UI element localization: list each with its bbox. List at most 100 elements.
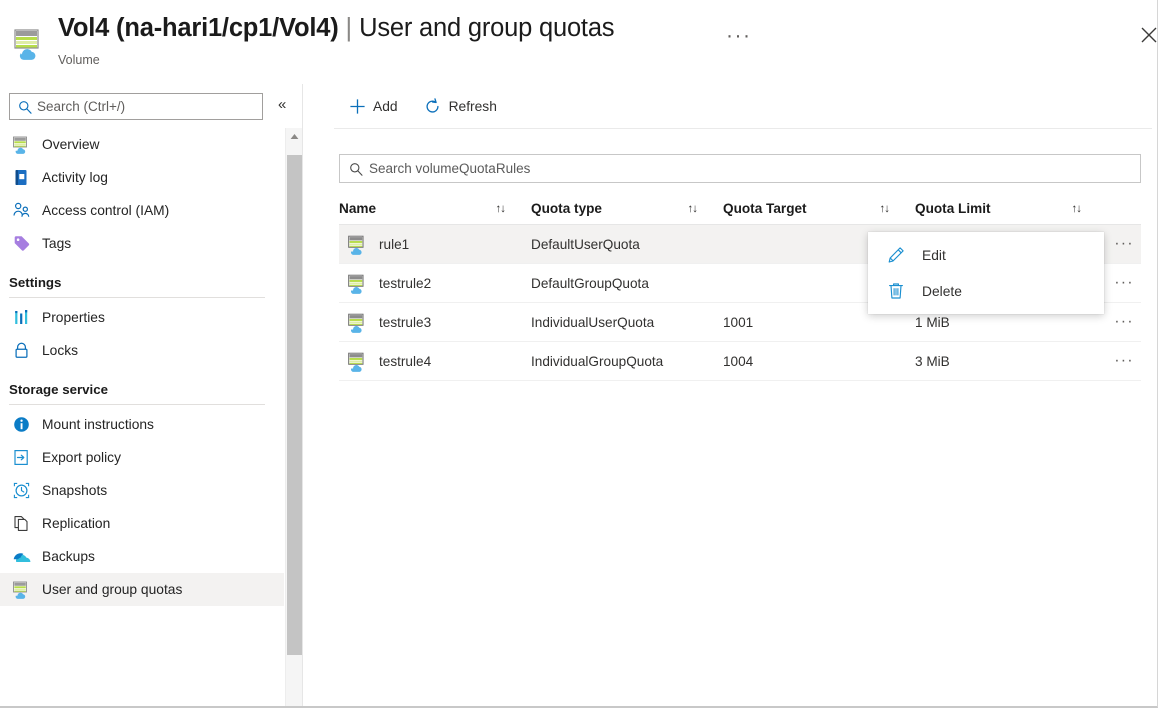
sort-icon[interactable]: ↑↓ xyxy=(880,203,890,215)
sidebar-group-storage-service: Storage service xyxy=(0,367,284,400)
search-icon xyxy=(18,100,32,114)
properties-icon xyxy=(11,308,31,328)
sidebar-group-title: Settings xyxy=(9,275,62,290)
volume-icon xyxy=(346,272,368,294)
row-actions-button[interactable]: ··· xyxy=(1107,235,1141,253)
info-icon xyxy=(11,415,31,435)
volume-icon xyxy=(346,350,368,372)
sidebar-collapse-button[interactable]: « xyxy=(278,97,286,112)
sidebar-item-mount-instructions[interactable]: Mount instructions xyxy=(0,408,284,441)
pencil-icon xyxy=(887,246,905,264)
search-input[interactable] xyxy=(37,99,237,114)
sort-icon[interactable]: ↑↓ xyxy=(688,203,698,215)
add-button[interactable]: Add xyxy=(340,91,406,121)
sidebar-item-label: Overview xyxy=(42,137,100,152)
export-policy-icon xyxy=(11,448,31,468)
replication-icon xyxy=(11,514,31,534)
activity-log-icon xyxy=(11,168,31,188)
sidebar-item-label: Properties xyxy=(42,310,105,325)
column-header-quota-target[interactable]: Quota Target ↑↓ xyxy=(723,201,915,216)
main-content: Add Refresh Search volumeQuotaRules Name… xyxy=(303,84,1157,706)
column-header-label: Quota type xyxy=(531,201,602,216)
page-title-resource: Vol4 (na-hari1/cp1/Vol4) xyxy=(58,14,339,42)
sidebar-item-replication[interactable]: Replication xyxy=(0,507,284,540)
volume-icon xyxy=(11,580,31,600)
sort-icon[interactable]: ↑↓ xyxy=(496,203,506,215)
sidebar-scrollbar[interactable] xyxy=(285,128,302,706)
table-row[interactable]: testrule4 IndividualGroupQuota 1004 3 Mi… xyxy=(339,342,1141,381)
scrollbar-thumb[interactable] xyxy=(287,155,302,655)
refresh-button[interactable]: Refresh xyxy=(416,91,505,121)
sidebar-item-locks[interactable]: Locks xyxy=(0,334,284,367)
context-menu-item-edit[interactable]: Edit xyxy=(868,237,1104,273)
sidebar-item-label: Access control (IAM) xyxy=(42,203,170,218)
sidebar-group-divider xyxy=(9,404,265,405)
plus-icon xyxy=(348,97,366,115)
cell-quota-type: IndividualGroupQuota xyxy=(531,353,664,369)
cell-name: testrule3 xyxy=(339,311,531,333)
column-header-label: Name xyxy=(339,201,377,216)
sidebar-item-properties[interactable]: Properties xyxy=(0,301,284,334)
column-header-label: Quota Limit xyxy=(915,201,991,216)
sidebar-item-label: Export policy xyxy=(42,450,121,465)
sidebar-item-activity-log[interactable]: Activity log xyxy=(0,161,284,194)
context-menu-item-label: Delete xyxy=(922,283,962,299)
cell-name-text: testrule2 xyxy=(379,275,432,291)
sidebar-item-label: Locks xyxy=(42,343,79,358)
column-header-name[interactable]: Name ↑↓ xyxy=(339,201,531,216)
close-icon[interactable] xyxy=(1138,24,1157,46)
sidebar-item-export-policy[interactable]: Export policy xyxy=(0,441,284,474)
access-control-icon xyxy=(11,201,31,221)
row-actions-button[interactable]: ··· xyxy=(1107,352,1141,370)
cell-quota-type: DefaultGroupQuota xyxy=(531,275,649,291)
quota-rules-search-input[interactable] xyxy=(369,161,1069,176)
cell-name: testrule2 xyxy=(339,272,531,294)
sidebar-item-user-and-group-quotas[interactable]: User and group quotas xyxy=(0,573,284,606)
volume-icon xyxy=(346,311,368,333)
command-toolbar: Add Refresh xyxy=(303,84,1157,128)
search-icon xyxy=(349,162,363,176)
sidebar-item-label: User and group quotas xyxy=(42,582,183,597)
snapshot-icon xyxy=(11,481,31,501)
cell-quota-target: 1001 xyxy=(723,314,754,330)
page-title: Vol4 (na-hari1/cp1/Vol4) | User and grou… xyxy=(58,14,615,43)
column-header-label: Quota Target xyxy=(723,201,807,216)
sidebar-search-box[interactable] xyxy=(9,93,263,120)
sidebar-item-label: Snapshots xyxy=(42,483,108,498)
sidebar-item-backups[interactable]: Backups xyxy=(0,540,284,573)
blade-header: Vol4 (na-hari1/cp1/Vol4) | User and grou… xyxy=(0,0,1157,84)
cell-quota-type: DefaultUserQuota xyxy=(531,236,640,252)
tag-icon xyxy=(11,234,31,254)
lock-icon xyxy=(11,341,31,361)
sidebar-item-tags[interactable]: Tags xyxy=(0,227,284,260)
quota-rules-search-box[interactable] xyxy=(339,154,1141,183)
row-actions-button[interactable]: ··· xyxy=(1107,274,1141,292)
cell-name-text: rule1 xyxy=(379,236,410,252)
column-header-quota-limit[interactable]: Quota Limit ↑↓ xyxy=(915,201,1107,216)
cell-name: rule1 xyxy=(339,233,531,255)
sidebar-group-title: Storage service xyxy=(9,382,109,397)
column-header-quota-type[interactable]: Quota type ↑↓ xyxy=(531,201,723,216)
sidebar-item-access-control[interactable]: Access control (IAM) xyxy=(0,194,284,227)
blade-sidebar: « Overview xyxy=(0,84,302,706)
backup-cloud-icon xyxy=(11,547,31,567)
context-menu-item-delete[interactable]: Delete xyxy=(868,273,1104,309)
cell-name-text: testrule4 xyxy=(379,353,432,369)
sidebar-item-snapshots[interactable]: Snapshots xyxy=(0,474,284,507)
refresh-button-label: Refresh xyxy=(448,98,497,114)
sidebar-item-label: Replication xyxy=(42,516,111,531)
more-options-button[interactable]: ··· xyxy=(722,22,755,50)
table-header-row: Name ↑↓ Quota type ↑↓ Quota Target ↑↓ Qu… xyxy=(339,193,1141,225)
sidebar-item-label: Tags xyxy=(42,236,72,251)
sort-icon[interactable]: ↑↓ xyxy=(1072,203,1082,215)
scroll-up-icon[interactable] xyxy=(286,128,302,145)
sidebar-group-divider xyxy=(9,297,265,298)
page-title-section: User and group quotas xyxy=(359,14,615,42)
volume-icon xyxy=(12,26,46,60)
add-button-label: Add xyxy=(373,98,398,114)
resource-type-label: Volume xyxy=(58,53,100,67)
sidebar-item-overview[interactable]: Overview xyxy=(0,128,284,161)
row-actions-button[interactable]: ··· xyxy=(1107,313,1141,331)
sidebar-nav-list: Overview Activity log Access control (IA… xyxy=(0,128,284,606)
sidebar-item-label: Activity log xyxy=(42,170,108,185)
